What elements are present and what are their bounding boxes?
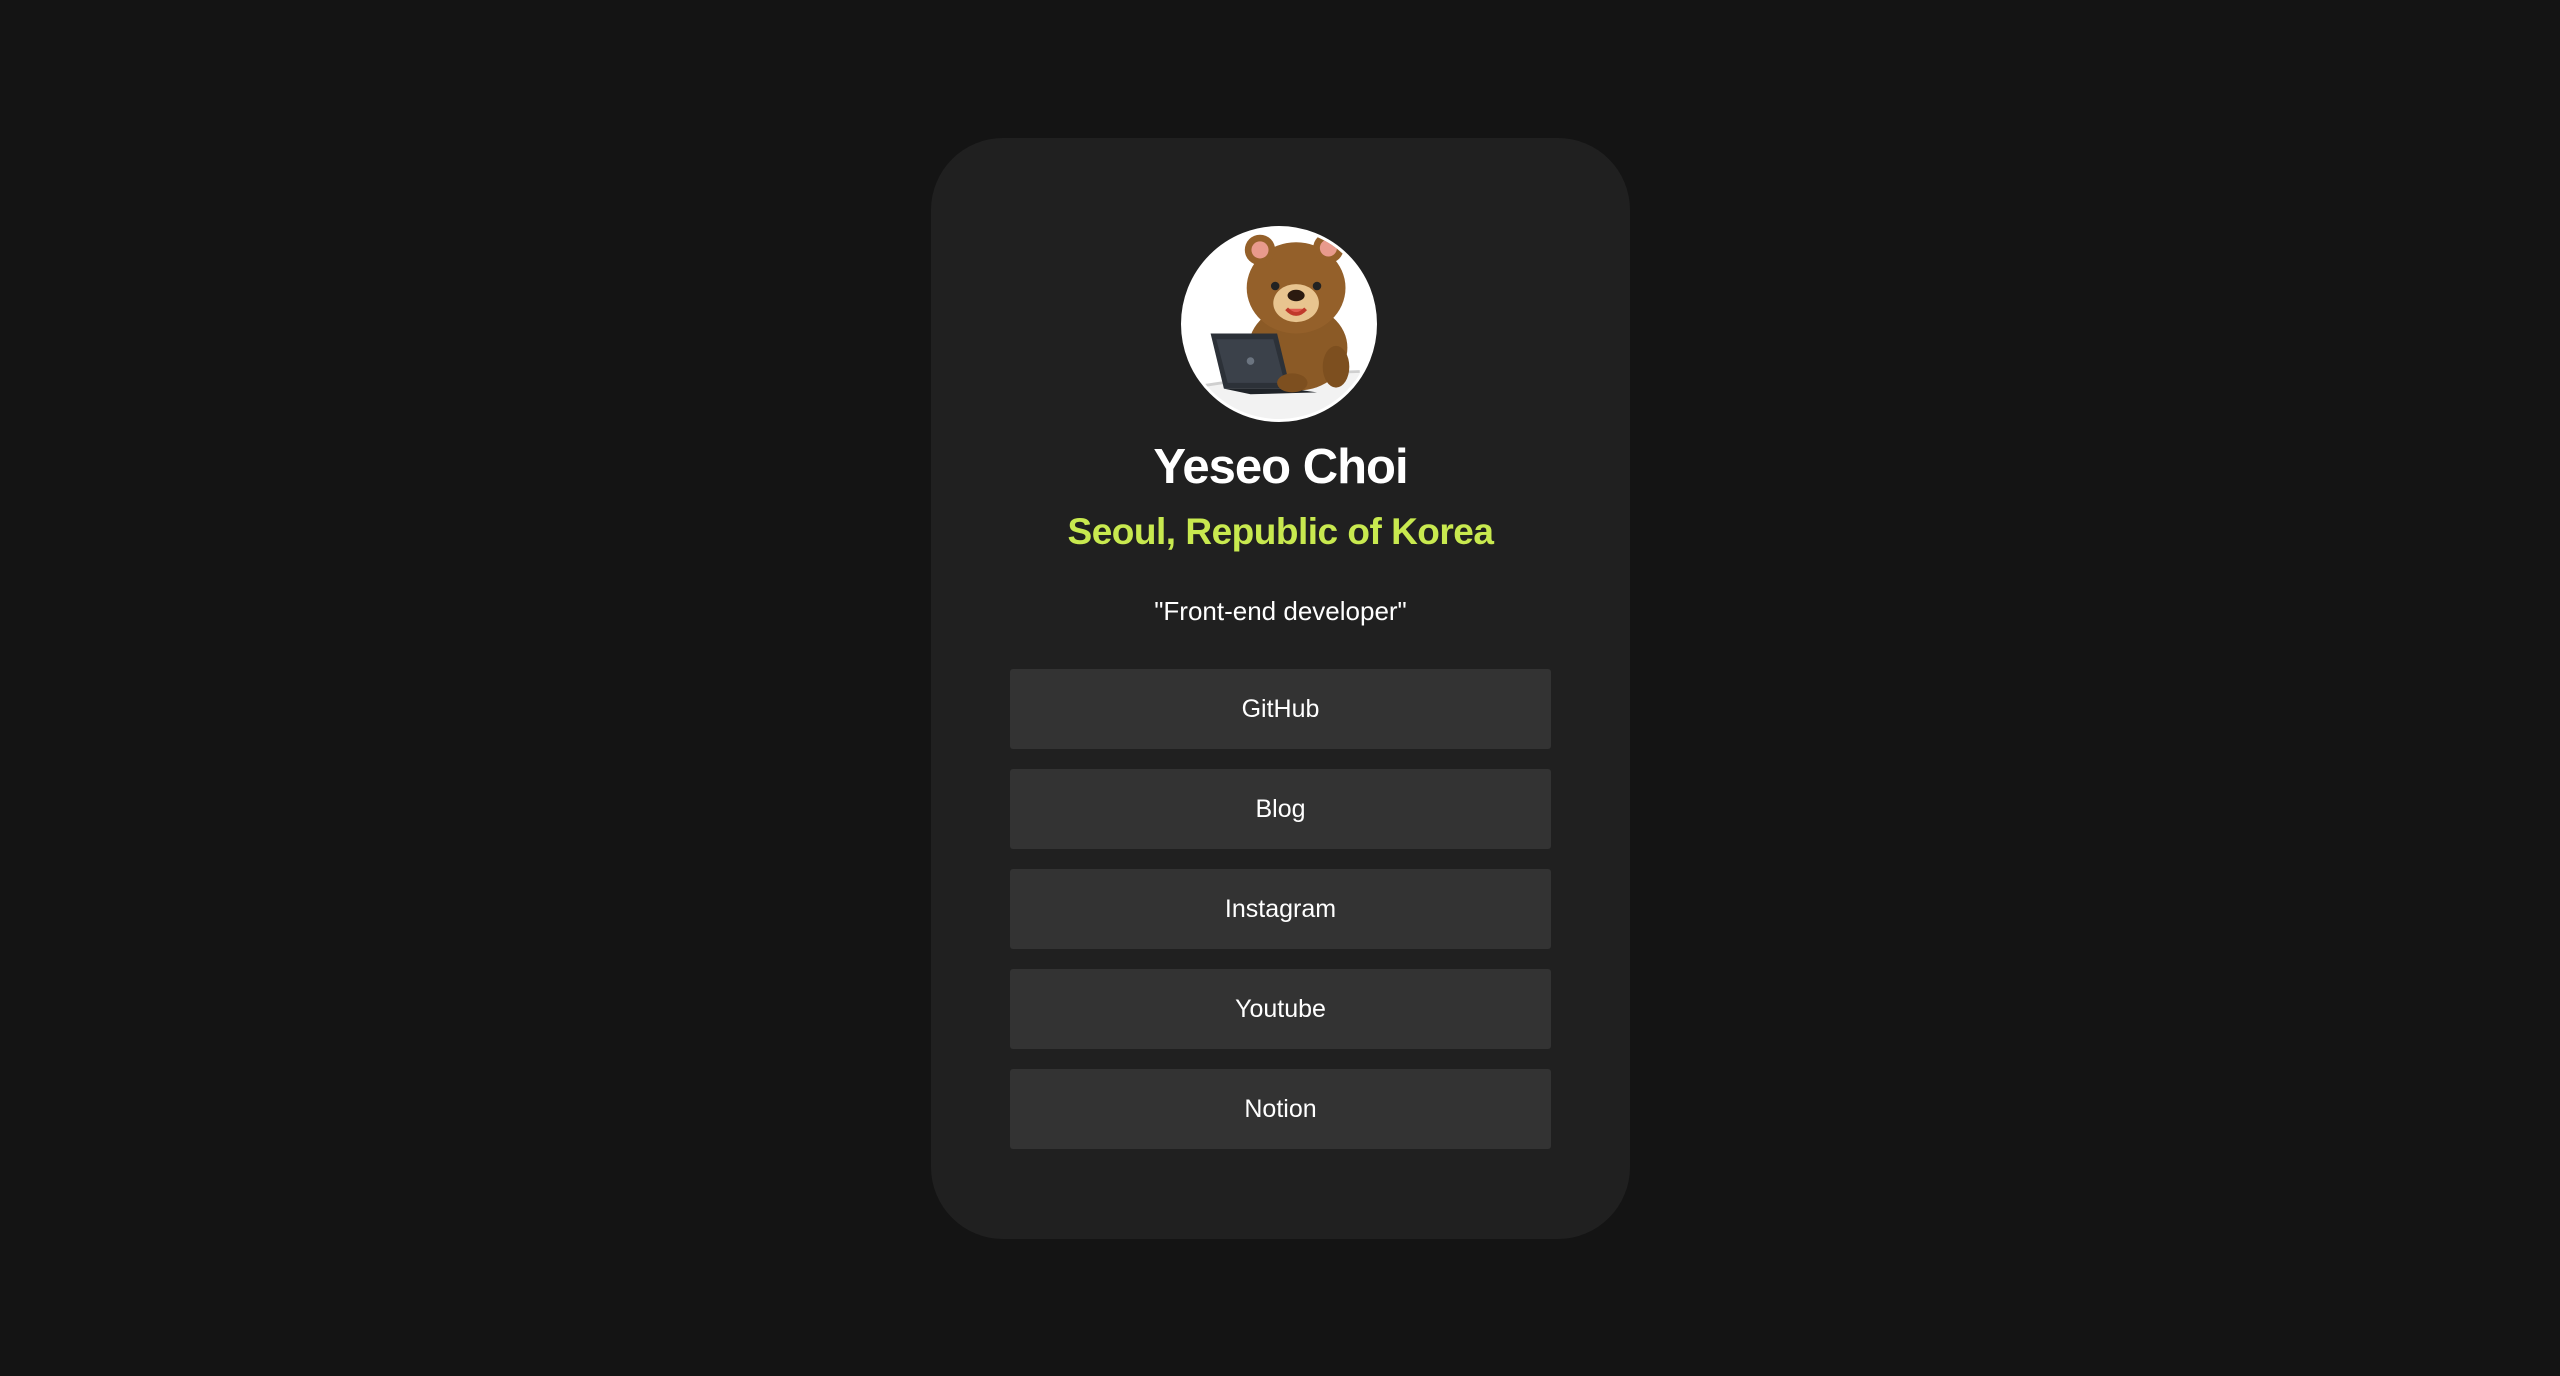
blog-link-button[interactable]: Blog	[1010, 769, 1551, 849]
profile-card: Yeseo Choi Seoul, Republic of Korea "Fro…	[931, 138, 1630, 1239]
profile-location: Seoul, Republic of Korea	[1067, 511, 1494, 552]
github-link-button[interactable]: GitHub	[1010, 669, 1551, 749]
profile-bio: "Front-end developer"	[1154, 596, 1407, 626]
link-list: GitHub Blog Instagram Youtube Notion	[1010, 669, 1551, 1169]
profile-name: Yeseo Choi	[1153, 440, 1408, 494]
youtube-link-button[interactable]: Youtube	[1010, 969, 1551, 1049]
bear-with-laptop-icon	[1202, 232, 1360, 419]
page-background: Yeseo Choi Seoul, Republic of Korea "Fro…	[0, 0, 2560, 1376]
profile-avatar	[1181, 226, 1377, 422]
notion-link-button[interactable]: Notion	[1010, 1069, 1551, 1149]
instagram-link-button[interactable]: Instagram	[1010, 869, 1551, 949]
